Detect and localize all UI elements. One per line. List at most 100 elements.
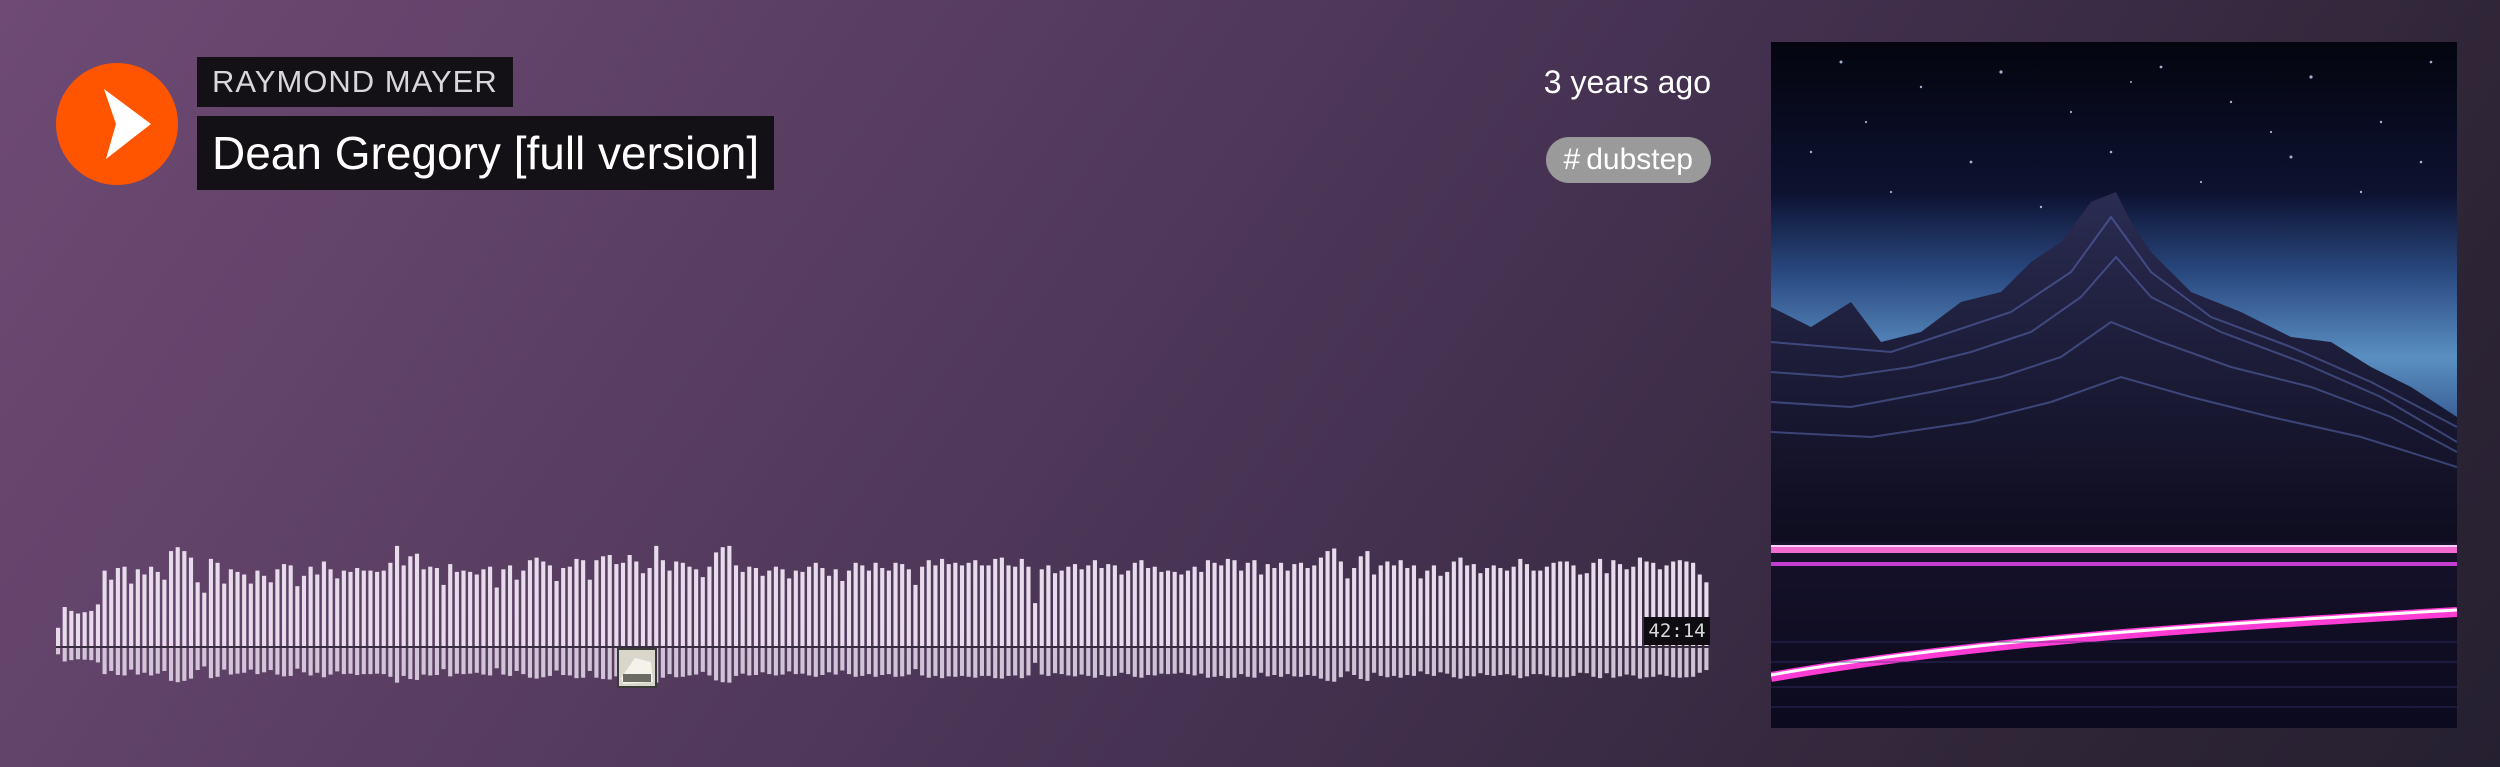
waveform-reflection-bar: [561, 648, 566, 675]
waveform-reflection-bar: [1332, 648, 1337, 682]
waveform-reflection-bar: [1491, 648, 1496, 676]
waveform-bar: [966, 562, 971, 646]
waveform-reflection-bar: [1205, 648, 1210, 678]
waveform-reflection-bar: [913, 648, 918, 670]
waveform-bar: [348, 571, 353, 646]
waveform-bar: [940, 558, 945, 646]
waveform-bar: [747, 566, 752, 646]
waveform-bar: [1425, 570, 1430, 646]
waveform-reflection-bar: [1677, 648, 1682, 678]
waveform-bar: [1391, 565, 1397, 646]
waveform-bar: [707, 566, 712, 646]
waveform-reflection-bar: [1086, 648, 1091, 676]
waveform-reflection-bar: [601, 648, 606, 680]
waveform-reflection-bar: [1471, 648, 1476, 677]
waveform-bar: [481, 569, 486, 646]
waveform-bar: [1438, 575, 1443, 646]
waveform-reflection-bar: [1152, 648, 1157, 676]
waveform-reflection-bar: [1631, 648, 1636, 676]
waveform-bar: [933, 565, 938, 646]
waveform-bar: [1066, 566, 1071, 646]
waveform-bar: [873, 562, 878, 646]
waveform-reflection-bar: [301, 648, 307, 673]
waveform-reflection-bar: [1598, 648, 1603, 679]
waveform-bar: [401, 565, 406, 646]
waveform-reflection-bar: [940, 648, 945, 679]
waveform-bar: [807, 566, 812, 646]
waveform-bar: [1551, 562, 1556, 646]
waveform-bar: [1398, 560, 1403, 646]
waveform-bar: [281, 564, 287, 646]
waveform-reflection-bar: [1398, 648, 1403, 678]
waveform-bar: [1345, 578, 1350, 646]
hash-icon: #: [1563, 143, 1581, 176]
waveform-bar: [434, 568, 439, 646]
genre-tag-label: dubstep: [1586, 143, 1693, 176]
waveform-bar: [773, 566, 778, 646]
waveform-reflection-bar: [1239, 648, 1244, 675]
waveform-bar: [1558, 561, 1563, 646]
waveform-bar: [102, 570, 107, 646]
waveform-reflection-bar: [361, 648, 366, 675]
waveform-reflection-bar: [1325, 648, 1330, 681]
waveform-reflection-bar: [1179, 648, 1184, 673]
waveform-reflection-bar: [966, 648, 971, 677]
waveform-bar: [1046, 565, 1051, 646]
track-title[interactable]: Dean Gregory [full version]: [197, 116, 775, 190]
waveform-reflection-bar: [1099, 648, 1104, 675]
waveform-bar: [913, 584, 918, 646]
waveform-bar: [388, 562, 393, 646]
waveform-bar: [959, 565, 965, 646]
play-button[interactable]: [56, 63, 178, 185]
waveform-reflection-bar: [428, 648, 433, 676]
waveform-bar: [215, 562, 220, 646]
waveform-reflection-bar: [394, 648, 400, 683]
waveform-bar: [222, 583, 227, 646]
waveform-reflection-bar: [953, 648, 958, 677]
waveform-bar: [906, 569, 911, 646]
waveform-bar: [521, 570, 526, 646]
waveform-bar: [1604, 573, 1609, 646]
artist-name[interactable]: RAYMOND MAYER: [197, 57, 513, 107]
waveform-bar: [56, 627, 61, 646]
waveform-reflection-bar: [401, 648, 406, 676]
waveform-bar: [1498, 568, 1503, 646]
waveform-reflection-bar: [1624, 648, 1629, 675]
waveform-reflection-bar: [481, 648, 486, 675]
waveform-reflection-bar: [1318, 648, 1323, 679]
waveform-bar: [109, 579, 114, 646]
waveform-bar: [1185, 570, 1191, 646]
waveform-bar: [1272, 568, 1277, 646]
waveform-reflection-bar: [1159, 648, 1164, 674]
waveform-bar: [175, 547, 180, 646]
waveform-reflection-bar: [1372, 648, 1377, 673]
waveform-reflection-bar: [1059, 648, 1064, 675]
waveform-reflection-bar: [1378, 648, 1383, 676]
waveform-reflection-bar: [760, 648, 765, 673]
waveform-bar: [1165, 570, 1171, 646]
waveform-bar: [1411, 565, 1417, 646]
waveform-bar: [1338, 561, 1343, 646]
waveform-bar: [687, 566, 692, 646]
waveform-reflection-bar: [1451, 648, 1456, 678]
waveform-bar: [1544, 566, 1549, 646]
waveform-bar: [1624, 569, 1629, 646]
waveform-reflection-bar: [281, 648, 287, 677]
waveform-bar: [62, 607, 67, 646]
waveform-reflection-bar: [494, 648, 499, 669]
album-artwork[interactable]: [1771, 42, 2457, 728]
comment-avatar[interactable]: [617, 648, 657, 688]
waveform-bar: [926, 560, 931, 646]
waveform-reflection-bar: [1511, 648, 1516, 676]
waveform-bar: [335, 578, 340, 646]
waveform-reflection-bar: [1119, 648, 1124, 673]
waveform-bar: [920, 566, 925, 646]
waveform-bar: [813, 562, 818, 646]
waveform[interactable]: [56, 510, 1711, 710]
waveform-reflection-bar: [1651, 648, 1656, 677]
waveform-bar: [1033, 603, 1038, 646]
waveform-reflection-bar: [321, 648, 326, 678]
genre-tag[interactable]: # dubstep: [1545, 137, 1711, 183]
waveform-reflection-bar: [1691, 648, 1696, 677]
waveform-bars: [56, 545, 1711, 683]
